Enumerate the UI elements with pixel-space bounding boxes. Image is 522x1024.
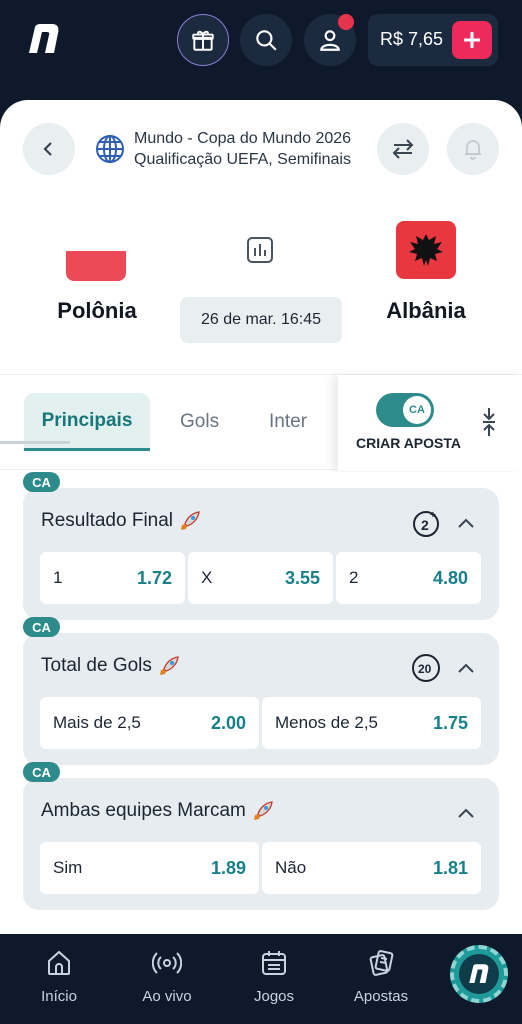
market-resultado-final: CA Resultado Final 2 + 1 1.72 X 3.55 2 4… (23, 472, 499, 620)
chevron-up-icon[interactable] (455, 512, 477, 534)
competition-name: Mundo - Copa do Mundo 2026 (134, 130, 352, 147)
bottom-navigation: Início Ao vivo Jogos Apostas (0, 934, 522, 1024)
home-icon (48, 950, 70, 975)
market-title-text: Resultado Final (41, 510, 174, 531)
market-title-text: Total de Gols (41, 655, 152, 676)
gift-icon (192, 30, 214, 51)
search-icon (256, 30, 277, 51)
deposit-button[interactable] (452, 21, 492, 59)
back-button[interactable] (23, 123, 75, 175)
user-icon (320, 30, 340, 51)
brand-chip-button[interactable] (450, 945, 508, 1003)
tab-inter[interactable]: Inter (269, 393, 307, 451)
svg-text:+: + (430, 510, 436, 521)
stats-icon[interactable] (246, 236, 274, 264)
brand-chip-icon (459, 954, 499, 994)
market-title: Total de Gols (41, 655, 180, 677)
poland-flag (66, 221, 126, 281)
bets-icon (369, 950, 394, 976)
ca-badge: CA (23, 617, 60, 637)
logo-icon[interactable] (26, 22, 62, 56)
odd-button-no[interactable]: Não 1.81 (262, 842, 481, 894)
notify-button[interactable] (447, 123, 499, 175)
ca-badge: CA (23, 762, 60, 782)
search-button[interactable] (240, 14, 292, 66)
bet-builder-panel: CA CRIAR APOSTA (338, 375, 522, 471)
albania-flag (396, 221, 456, 279)
odd-button-yes[interactable]: Sim 1.89 (40, 842, 259, 894)
chevron-up-icon[interactable] (455, 657, 477, 679)
market-title: Resultado Final (41, 510, 201, 532)
market-tabs: Principais Gols Inter CA CRIAR APOSTA (0, 374, 522, 471)
nav-item-inicio[interactable]: Início (14, 948, 104, 1005)
calendar-icon (262, 951, 286, 975)
market-title: Ambas equipes Marcam (41, 800, 274, 822)
tabs-underline (0, 441, 70, 444)
market-total-de-gols: CA Total de Gols 20 Mais de 2,5 2.00 Men… (23, 617, 499, 765)
nav-item-ao-vivo[interactable]: Ao vivo (122, 948, 212, 1005)
bet-builder-count-icon: 2 + (413, 510, 439, 537)
swap-icon (392, 139, 414, 159)
ca-badge: CA (23, 472, 60, 492)
odd-button-over[interactable]: Mais de 2,5 2.00 (40, 697, 259, 749)
odd-button-away[interactable]: 2 4.80 (336, 552, 481, 604)
chevron-up-icon[interactable] (455, 802, 477, 824)
odd-button-home[interactable]: 1 1.72 (40, 552, 185, 604)
rocket-icon (181, 511, 200, 530)
competition-stage: Qualificação UEFA, Semifinais (134, 151, 351, 168)
markets-list: CA Resultado Final 2 + 1 1.72 X 3.55 2 4… (0, 472, 522, 934)
plus-icon (464, 32, 480, 48)
live-icon (152, 952, 182, 974)
svg-text:2: 2 (421, 517, 429, 533)
bet-builder-label: CRIAR APOSTA (356, 435, 461, 451)
odd-button-draw[interactable]: X 3.55 (188, 552, 333, 604)
swap-button[interactable] (377, 123, 429, 175)
rocket-icon (253, 801, 273, 820)
market-title-text: Ambas equipes Marcam (41, 800, 246, 821)
notification-dot (338, 14, 354, 30)
match-sheet: Mundo - Copa do Mundo 2026 Qualificação … (0, 100, 522, 934)
balance-amount: R$ 7,65 (380, 29, 444, 49)
logo-icon (469, 964, 489, 984)
gift-button[interactable] (177, 14, 229, 66)
bet-builder-toggle[interactable]: CA (376, 393, 434, 427)
svg-text:20: 20 (418, 662, 432, 676)
chevron-left-icon (43, 142, 52, 156)
collapse-all-icon[interactable] (480, 407, 498, 437)
profile-button[interactable] (304, 14, 356, 66)
odd-button-under[interactable]: Menos de 2,5 1.75 (262, 697, 481, 749)
balance-box[interactable]: R$ 7,65 (368, 14, 498, 66)
bell-icon (465, 140, 481, 160)
globe-icon (96, 135, 124, 163)
home-team-name: Polônia (57, 298, 137, 323)
match-datetime: 26 de mar. 16:45 (180, 297, 342, 343)
market-ambas-marcam: CA Ambas equipes Marcam Sim 1.89 Não 1.8… (23, 762, 499, 910)
away-team-name: Albânia (386, 298, 466, 323)
rocket-icon (159, 656, 179, 675)
bet-builder-icon: 20 (412, 654, 440, 682)
eagle-icon (409, 234, 443, 266)
nav-item-apostas[interactable]: Apostas (336, 948, 426, 1005)
tab-gols[interactable]: Gols (180, 393, 219, 451)
toggle-knob: CA (403, 396, 431, 424)
top-bar: R$ 7,65 (0, 0, 522, 100)
nav-item-jogos[interactable]: Jogos (229, 948, 319, 1005)
